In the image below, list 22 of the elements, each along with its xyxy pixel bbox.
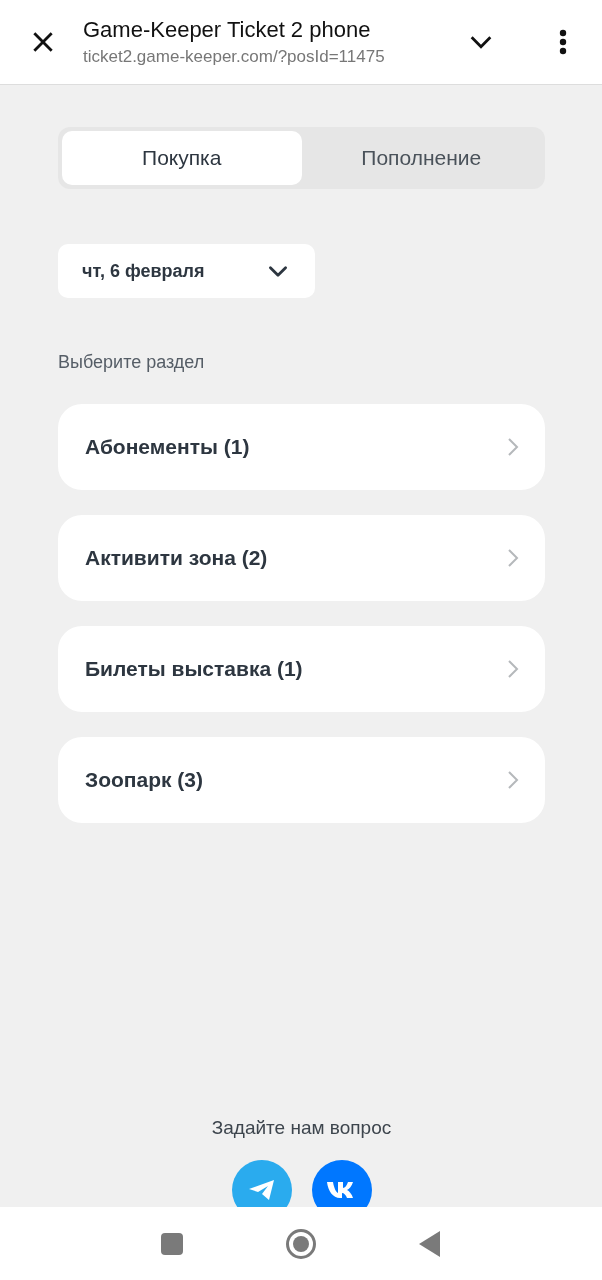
chevron-right-icon bbox=[507, 770, 519, 790]
section-heading: Выберите раздел bbox=[58, 352, 206, 373]
chevron-right-icon bbox=[507, 437, 519, 457]
section-card[interactable]: Зоопарк (3) bbox=[58, 737, 545, 823]
page-url: ticket2.game-keeper.com/?posId=11475 bbox=[83, 47, 386, 67]
section-card[interactable]: Билеты выставка (1) bbox=[58, 626, 545, 712]
back-button[interactable] bbox=[417, 1229, 442, 1258]
social-link[interactable] bbox=[311, 1160, 372, 1207]
section-card[interactable]: Активити зона (2) bbox=[58, 515, 545, 601]
page-title: Game-Keeper Ticket 2 phone bbox=[83, 17, 372, 43]
tab[interactable]: Покупка bbox=[62, 131, 302, 185]
contact-prompt: Задайте нам вопрос bbox=[211, 1117, 392, 1139]
recents-button[interactable] bbox=[160, 1231, 185, 1256]
date-dropdown[interactable]: чт, 6 февраля bbox=[58, 244, 315, 298]
chevron-right-icon bbox=[507, 548, 519, 568]
more-icon bbox=[559, 29, 567, 55]
section-card[interactable]: Абонементы (1) bbox=[58, 404, 545, 490]
social-link[interactable] bbox=[231, 1160, 292, 1207]
home-button[interactable] bbox=[285, 1227, 317, 1260]
chevron-right-icon bbox=[507, 659, 519, 679]
tab[interactable]: Пополнение bbox=[301, 131, 541, 185]
paper-plane-icon bbox=[247, 1178, 276, 1202]
